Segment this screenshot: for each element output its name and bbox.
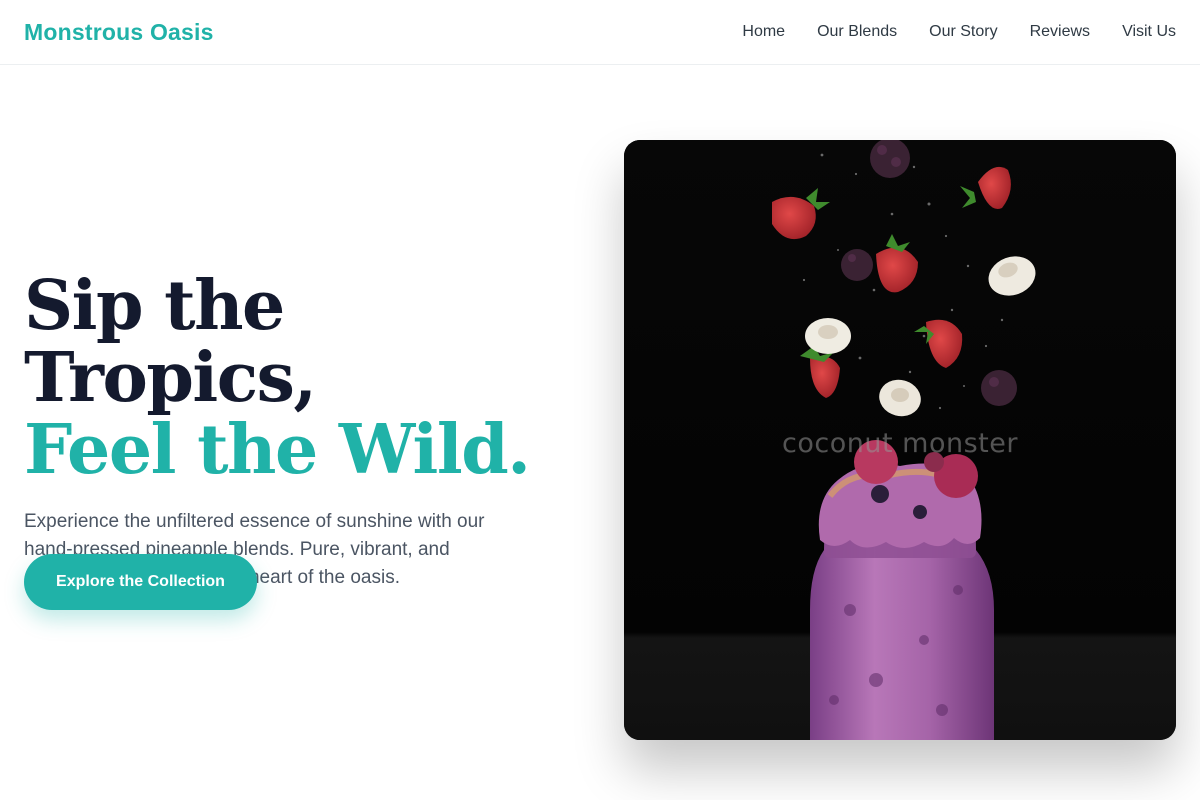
headline-line-1: Sip the Tropics, — [24, 266, 317, 418]
hero-headline: Sip the Tropics, Feel the Wild. — [24, 270, 584, 486]
explore-collection-button[interactable]: Explore the Collection — [24, 554, 257, 610]
smoothie-jar — [810, 440, 994, 740]
image-caption: coconut monster — [782, 428, 1018, 459]
headline-line-2: Feel the Wild. — [24, 410, 531, 490]
main-nav: Home Our Blends Our Story Reviews Visit … — [742, 23, 1176, 41]
nav-our-blends[interactable]: Our Blends — [817, 23, 897, 41]
hero-image: coconut monster — [624, 140, 1176, 740]
nav-home[interactable]: Home — [742, 23, 785, 41]
brand-logo[interactable]: Monstrous Oasis — [24, 19, 214, 46]
nav-visit-us[interactable]: Visit Us — [1122, 23, 1176, 41]
site-header: Monstrous Oasis Home Our Blends Our Stor… — [0, 0, 1200, 65]
hero-copy: Sip the Tropics, Feel the Wild. Experien… — [24, 270, 584, 592]
nav-our-story[interactable]: Our Story — [929, 23, 997, 41]
nav-reviews[interactable]: Reviews — [1030, 23, 1090, 41]
